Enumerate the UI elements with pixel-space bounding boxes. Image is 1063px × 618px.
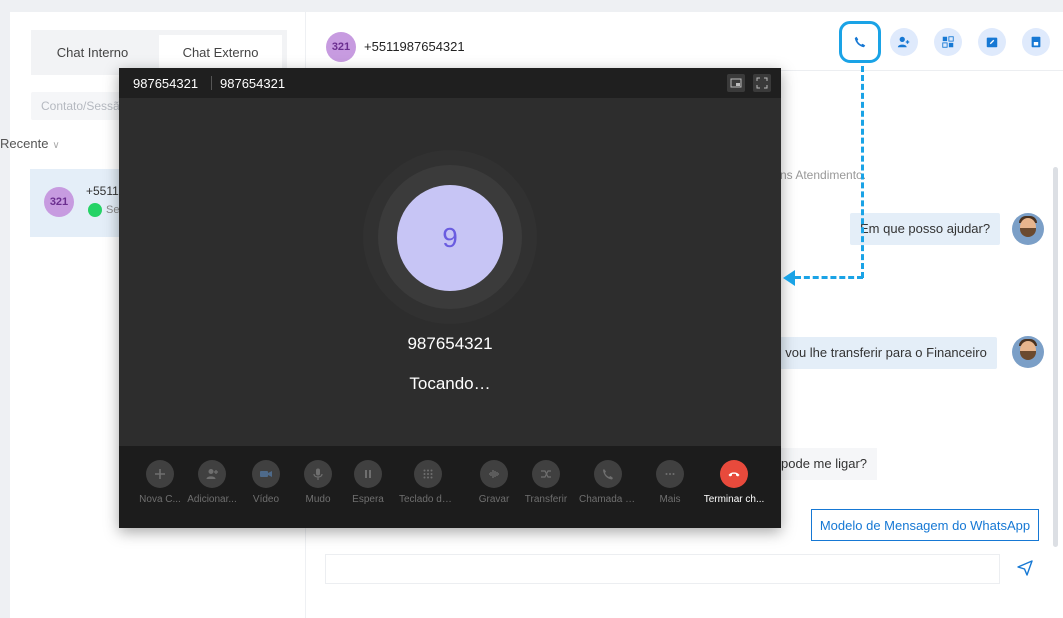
control-label: Terminar ch... (703, 494, 765, 505)
transfer-call-button[interactable]: Transferir (517, 460, 575, 505)
transfer-button[interactable] (934, 28, 962, 56)
call-button[interactable] (839, 21, 881, 63)
call-title-number: 987654321 (133, 76, 199, 91)
chat-header: 321 +5511987654321 (306, 12, 1063, 71)
conversation-phone: +5511 (86, 184, 119, 198)
phone-icon (854, 36, 866, 48)
transfer-icon (942, 36, 954, 48)
more-button[interactable]: Mais (641, 460, 699, 505)
control-label: Adicionar... (187, 494, 237, 505)
customer-message: pode me ligar? (771, 448, 877, 480)
header-actions (839, 21, 1063, 63)
callee-number: 987654321 (407, 334, 493, 353)
messages-scrollbar[interactable] (1053, 167, 1058, 547)
tab-chat-externo[interactable]: Chat Externo (159, 35, 282, 70)
chevron-down-icon: ∨ (52, 140, 60, 151)
plus-icon (146, 460, 174, 488)
control-label: Vídeo (252, 494, 280, 505)
control-label: Mais (659, 494, 681, 505)
control-label: Espera (352, 494, 384, 505)
call-status: Tocando… (409, 374, 491, 393)
dialpad-button[interactable]: Teclado de ... (399, 460, 457, 505)
control-label: Nova C... (139, 494, 181, 505)
hangup-icon (720, 460, 748, 488)
video-icon (252, 460, 280, 488)
message-input[interactable] (325, 554, 1000, 584)
title-divider (211, 76, 212, 90)
control-label: Teclado de ... (399, 494, 457, 505)
control-label: Transferir (524, 494, 568, 505)
end-call-button[interactable]: Terminar ch... (703, 460, 765, 505)
agent-avatar (1012, 213, 1044, 245)
conversation-subtitle: Se (106, 204, 120, 216)
add-contact-button[interactable] (890, 28, 918, 56)
fullscreen-icon (756, 77, 768, 89)
annotation-dashed-line (861, 66, 864, 278)
call-controls: Nova C... Adicionar... Vídeo Mudo Espera… (119, 446, 781, 528)
fullscreen-button[interactable] (753, 74, 771, 92)
hold-button[interactable]: Espera (339, 460, 397, 505)
control-label: Chamada In... (579, 494, 637, 505)
consult-call-button[interactable]: Chamada In... (579, 460, 637, 505)
save-button[interactable] (1022, 28, 1050, 56)
avatar: 321 (326, 32, 356, 62)
record-icon (480, 460, 508, 488)
agent-message: Em que posso ajudar? (850, 213, 1001, 245)
dialpad-icon (414, 460, 442, 488)
more-icon (656, 460, 684, 488)
save-icon (1031, 36, 1041, 48)
contact-phone: +5511987654321 (364, 39, 465, 54)
whatsapp-template-button[interactable]: Modelo de Mensagem do WhatsApp (811, 509, 1039, 541)
record-button[interactable]: Gravar (465, 460, 523, 505)
send-icon (1017, 560, 1033, 576)
new-call-button[interactable]: Nova C... (131, 460, 189, 505)
consult-call-icon (594, 460, 622, 488)
annotation-arrow-icon (783, 270, 795, 286)
add-person-icon (897, 36, 910, 48)
callee-avatar: 9 (397, 185, 503, 291)
transfer-icon (532, 460, 560, 488)
recent-label: Recente (0, 136, 49, 151)
call-titlebar[interactable]: 987654321 987654321 (119, 68, 781, 98)
pause-icon (354, 460, 382, 488)
add-participant-button[interactable]: Adicionar... (183, 460, 241, 505)
notes-button[interactable] (978, 28, 1006, 56)
send-button[interactable] (1014, 557, 1036, 579)
agent-avatar (1012, 336, 1044, 368)
call-title-number: 987654321 (220, 76, 286, 91)
edit-note-icon (986, 37, 998, 48)
avatar: 321 (44, 187, 74, 217)
system-message: ns Atendimento. (780, 168, 867, 182)
call-window: 987654321 987654321 9 987654321 Tocando…… (119, 68, 781, 528)
tab-chat-interno[interactable]: Chat Interno (31, 35, 154, 70)
agent-message: , vou lhe transferir para o Financeiro (768, 337, 997, 369)
microphone-icon (304, 460, 332, 488)
picture-in-picture-button[interactable] (727, 74, 745, 92)
picture-in-picture-icon (730, 78, 742, 88)
annotation-dashed-line (795, 276, 863, 279)
whatsapp-icon (88, 203, 102, 217)
recent-filter-dropdown[interactable]: Recente ∨ (0, 136, 60, 151)
add-person-icon (198, 460, 226, 488)
control-label: Gravar (478, 494, 510, 505)
video-button[interactable]: Vídeo (237, 460, 295, 505)
